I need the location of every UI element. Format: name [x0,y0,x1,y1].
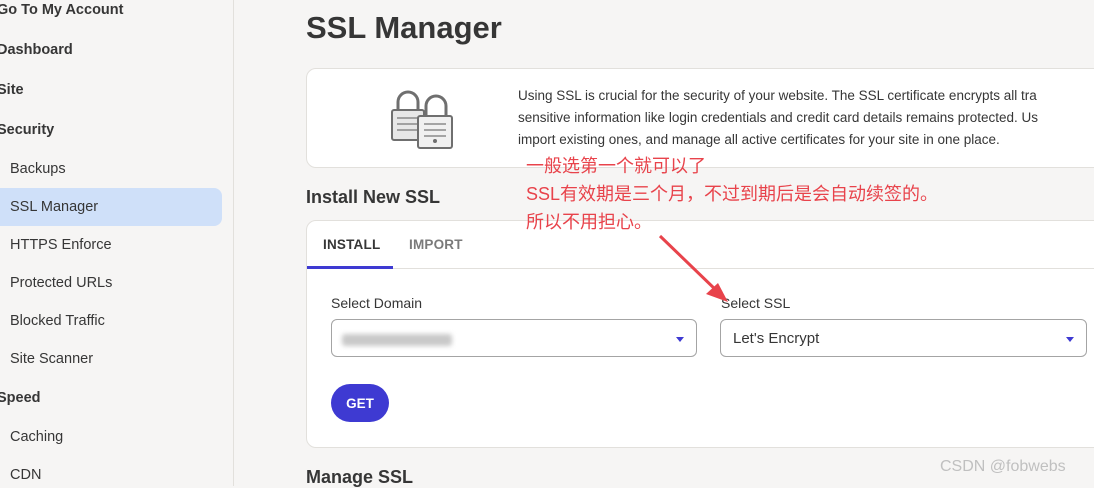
annotation-arrow-shaft [658,234,720,294]
annotation-arrow-head [706,283,728,302]
watermark: CSDN @fobwebs [940,458,1066,475]
annotation-arrow [658,234,728,302]
